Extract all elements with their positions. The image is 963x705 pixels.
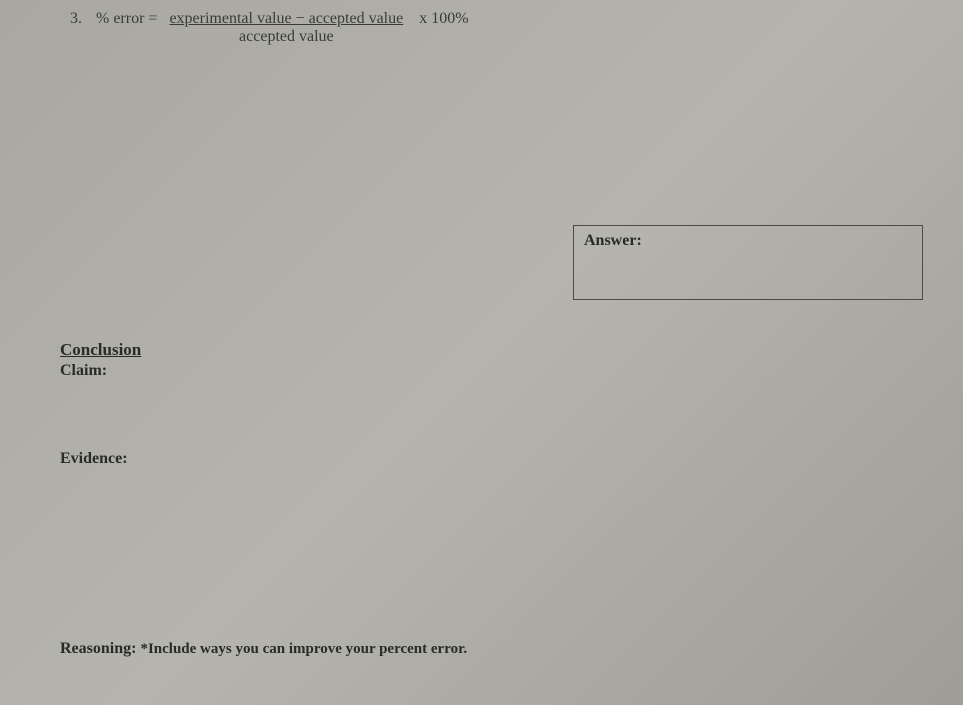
evidence-label: Evidence: [60,450,128,468]
formula-label: % error = [96,10,157,28]
times-text: x 100% [419,10,468,28]
answer-box[interactable]: Answer: [573,225,923,300]
question-number: 3. [70,10,88,28]
formula-block: % error = experimental value − accepted … [96,10,469,46]
evidence-section: Evidence: [60,450,128,468]
conclusion-heading: Conclusion [60,340,141,360]
fraction-numerator: experimental value − accepted value [167,10,405,28]
reasoning-note: *Include ways you can improve your perce… [140,641,467,657]
answer-label: Answer: [584,232,912,250]
fraction: experimental value − accepted value acce… [167,10,405,46]
question-row: 3. % error = experimental value − accept… [70,10,903,46]
claim-label: Claim: [60,362,141,380]
reasoning-section: Reasoning: *Include ways you can improve… [60,640,467,658]
reasoning-label: Reasoning: [60,640,136,657]
conclusion-section: Conclusion Claim: [60,340,141,380]
fraction-denominator: accepted value [239,28,334,46]
